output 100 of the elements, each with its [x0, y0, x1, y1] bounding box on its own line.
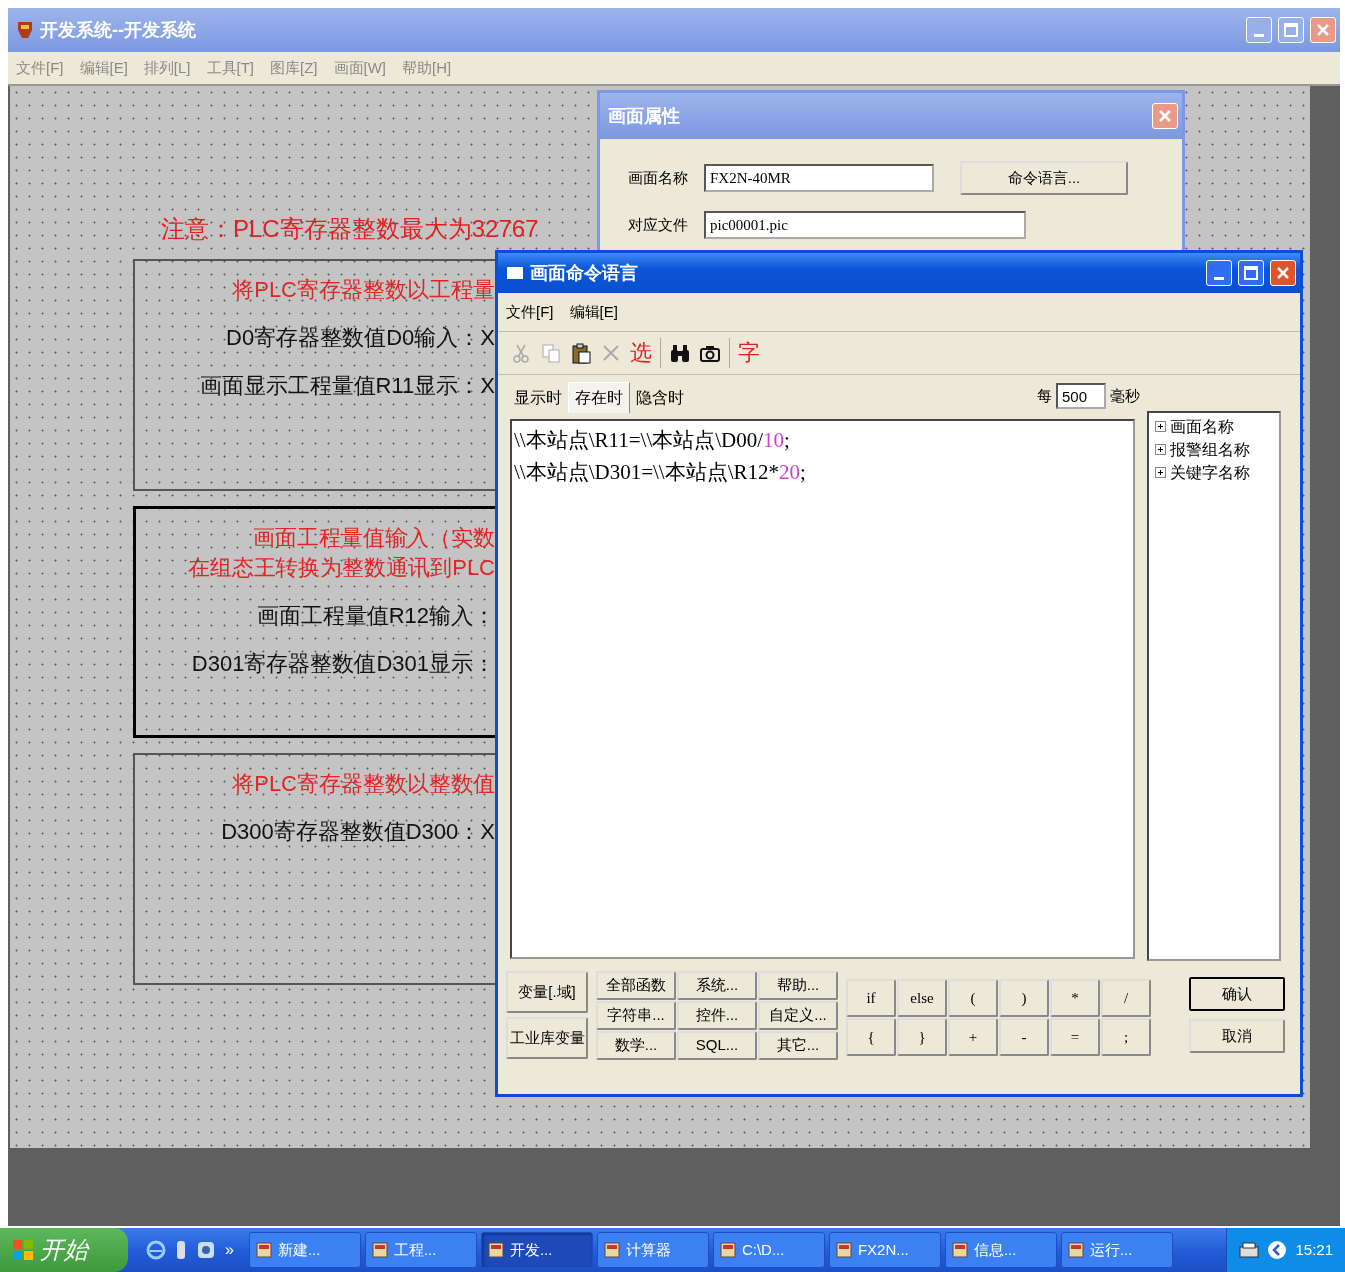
binoculars-icon: [669, 342, 691, 364]
text-field[interactable]: pic00001.pic: [704, 211, 1026, 239]
printer-icon[interactable]: [1239, 1242, 1260, 1258]
canvas-text: 注意：PLC寄存器整数最大为32767: [161, 214, 539, 244]
operator-button[interactable]: ;: [1101, 1018, 1151, 1056]
unit-label: 毫秒: [1110, 385, 1140, 406]
code-editor[interactable]: \\本站点\R11=\\本站点\D00/10; \\本站点\D301=\\本站点\R12*20;: [510, 419, 1135, 959]
maximize-icon: [1243, 265, 1259, 281]
function-button[interactable]: 数学...: [596, 1031, 676, 1060]
toolbar-button[interactable]: 字: [738, 342, 760, 364]
toolbar-button[interactable]: 选: [630, 342, 652, 364]
toolbar-button[interactable]: [570, 342, 592, 364]
operator-button[interactable]: else: [897, 979, 947, 1017]
close-icon: [1315, 22, 1331, 38]
taskbar-button[interactable]: FX2N...: [828, 1232, 941, 1268]
operator-button[interactable]: =: [1050, 1018, 1100, 1056]
taskbar-button[interactable]: 工程...: [364, 1232, 477, 1268]
taskbar-button[interactable]: C:\D...: [712, 1232, 825, 1268]
operator-button[interactable]: /: [1101, 979, 1151, 1017]
text-field[interactable]: FX2N-40MR: [704, 164, 934, 192]
operator-button[interactable]: }: [897, 1018, 947, 1056]
operator-button[interactable]: {: [846, 1018, 896, 1056]
field-label: 每: [1037, 385, 1052, 406]
operator-button[interactable]: ): [999, 979, 1049, 1017]
window-icon: [835, 1242, 852, 1258]
copy-icon: [540, 342, 562, 364]
taskbar-button[interactable]: 开发...: [480, 1232, 593, 1268]
minimize-icon: [1254, 33, 1264, 37]
expand-icon[interactable]: [1155, 467, 1166, 478]
code-line: \\本站点\D301=\\本站点\R12*20;: [514, 458, 807, 486]
minimize-icon: [1214, 276, 1224, 280]
window-icon: [506, 266, 524, 280]
maximize-icon: [1283, 22, 1299, 38]
operator-button[interactable]: *: [1050, 979, 1100, 1017]
toolbar-button[interactable]: [669, 342, 691, 364]
canvas-text: 画面工程量值输入（实数: [253, 524, 495, 552]
tree-item[interactable]: 报警组名称: [1155, 438, 1273, 461]
canvas-text: D301寄存器整数值D301显示：: [191, 650, 495, 678]
function-button[interactable]: 控件...: [677, 1001, 757, 1030]
canvas-text: 画面显示工程量值R11显示：X: [199, 372, 495, 400]
window-icon: [951, 1242, 968, 1258]
minimize-button[interactable]: [1206, 260, 1232, 286]
field-label: 画面名称: [628, 167, 688, 188]
function-button[interactable]: 系统...: [677, 971, 757, 1000]
operator-button[interactable]: (: [948, 979, 998, 1017]
window-icon: [255, 1242, 272, 1258]
variable-button[interactable]: 变量[.域]: [506, 971, 588, 1013]
taskbar-button[interactable]: 新建...: [248, 1232, 361, 1268]
app-icon: [16, 20, 34, 40]
clipboard-icon: [570, 342, 592, 364]
close-button[interactable]: [1270, 260, 1296, 286]
dialog-title: 画面命令语言: [530, 261, 639, 285]
expand-icon[interactable]: [1155, 421, 1166, 432]
confirm-button[interactable]: 确认: [1189, 977, 1285, 1011]
function-button[interactable]: 自定义...: [758, 1001, 838, 1030]
window-title: 开发系统--开发系统: [40, 18, 197, 42]
tab[interactable]: 显示时: [508, 383, 568, 413]
function-button[interactable]: 其它...: [758, 1031, 838, 1060]
overflow-button[interactable]: »: [224, 1237, 235, 1263]
window-icon: [603, 1242, 620, 1258]
device-icon[interactable]: [174, 1239, 188, 1261]
code-line: \\本站点\R11=\\本站点\D00/10;: [514, 427, 791, 454]
expand-tray-icon[interactable]: [1267, 1240, 1288, 1260]
canvas-text: D300寄存器整数值D300：X: [221, 818, 495, 846]
operator-button[interactable]: +: [948, 1018, 998, 1056]
taskbar-button[interactable]: 计算器: [596, 1232, 709, 1268]
taskbar-button[interactable]: 信息...: [944, 1232, 1057, 1268]
clock: 15:21: [1295, 1239, 1333, 1260]
tab[interactable]: 隐含时: [630, 383, 690, 413]
operator-button[interactable]: if: [846, 979, 896, 1017]
scissors-icon: [510, 342, 532, 364]
tree-item[interactable]: 画面名称: [1155, 415, 1273, 438]
operator-button[interactable]: -: [999, 1018, 1049, 1056]
maximize-button[interactable]: [1238, 260, 1264, 286]
menu-item[interactable]: 编辑[E]: [569, 300, 618, 324]
function-button[interactable]: 帮助...: [758, 971, 838, 1000]
taskbar-button[interactable]: 运行...: [1060, 1232, 1173, 1268]
window-icon: [719, 1242, 736, 1258]
windows-logo-icon: [12, 1239, 34, 1261]
function-button[interactable]: 全部函数: [596, 971, 676, 1000]
function-button[interactable]: SQL...: [677, 1031, 757, 1060]
media-icon[interactable]: [196, 1240, 216, 1260]
cancel-button[interactable]: 取消: [1189, 1019, 1285, 1053]
browser-icon[interactable]: [146, 1240, 166, 1260]
canvas-text: 将PLC寄存器整数以工程量: [232, 276, 495, 304]
interval-field[interactable]: 500: [1056, 383, 1106, 409]
variable-button[interactable]: 工业库变量: [506, 1017, 588, 1059]
expand-icon[interactable]: [1155, 444, 1166, 455]
command-language-button[interactable]: 命令语言...: [960, 161, 1128, 195]
function-button[interactable]: 字符串...: [596, 1001, 676, 1030]
dialog-title: 画面属性: [608, 104, 681, 128]
tree-item[interactable]: 关键字名称: [1155, 461, 1273, 484]
window-icon: [1067, 1242, 1084, 1258]
canvas-text: D0寄存器整数值D0输入：X: [226, 324, 495, 352]
close-icon: [1157, 108, 1173, 124]
menu-item[interactable]: 文件[F]: [506, 300, 554, 324]
canvas-text: 在组态王转换为整数通讯到PLC: [188, 554, 495, 582]
close-icon: [1275, 265, 1291, 281]
window-icon: [371, 1242, 388, 1258]
tab[interactable]: 存在时: [568, 382, 630, 413]
